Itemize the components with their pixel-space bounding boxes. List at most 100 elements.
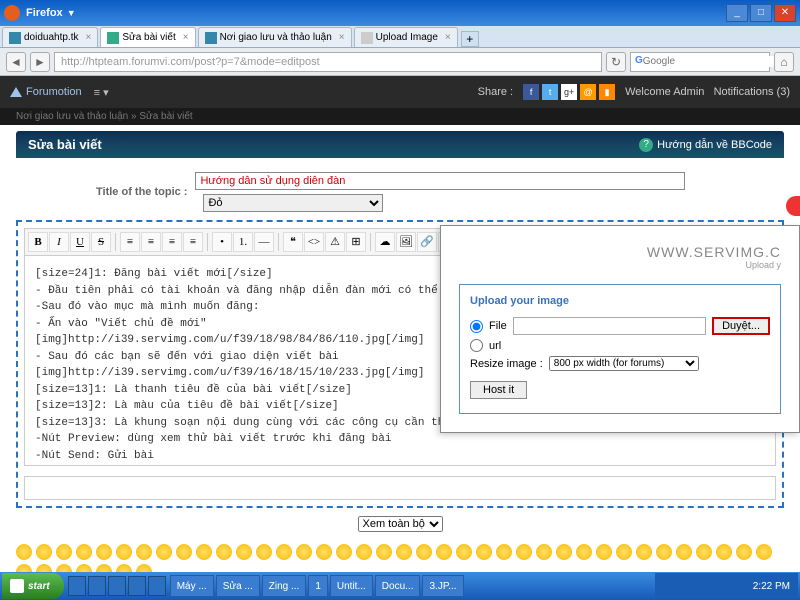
site-logo[interactable]: Forumotion bbox=[10, 86, 82, 98]
back-button[interactable]: ◄ bbox=[6, 52, 26, 72]
app-menu-dropdown[interactable]: ▼ bbox=[67, 8, 76, 18]
smiley[interactable] bbox=[636, 544, 652, 560]
hr-button[interactable]: — bbox=[254, 232, 274, 252]
taskbar-task[interactable]: Docu... bbox=[375, 575, 421, 597]
align-center-button[interactable]: ≡ bbox=[141, 232, 161, 252]
facebook-icon[interactable]: f bbox=[523, 84, 539, 100]
taskbar-task[interactable]: 1 bbox=[308, 575, 328, 597]
smiley[interactable] bbox=[616, 544, 632, 560]
strike-button[interactable]: S bbox=[91, 232, 111, 252]
smiley[interactable] bbox=[536, 544, 552, 560]
smiley[interactable] bbox=[316, 544, 332, 560]
smiley[interactable] bbox=[656, 544, 672, 560]
image-button[interactable]: 🖼 bbox=[396, 232, 416, 252]
smiley[interactable] bbox=[136, 544, 152, 560]
underline-button[interactable]: U bbox=[70, 232, 90, 252]
smiley[interactable] bbox=[696, 544, 712, 560]
smiley[interactable] bbox=[736, 544, 752, 560]
reason-input[interactable] bbox=[24, 476, 776, 500]
topic-prefix-select[interactable]: Đỏ bbox=[203, 194, 383, 212]
close-tab-icon[interactable]: × bbox=[339, 32, 345, 43]
home-button[interactable]: ⌂ bbox=[774, 52, 794, 72]
smiley[interactable] bbox=[716, 544, 732, 560]
smiley[interactable] bbox=[76, 544, 92, 560]
smiley[interactable] bbox=[196, 544, 212, 560]
start-button[interactable]: start bbox=[2, 573, 64, 599]
tray-icon[interactable] bbox=[699, 579, 713, 593]
quicklaunch-icon[interactable] bbox=[128, 576, 146, 596]
bbcode-help-link[interactable]: ?Hướng dẫn về BBCode bbox=[639, 138, 772, 152]
browser-tab[interactable]: Upload Image× bbox=[354, 27, 458, 47]
smiley[interactable] bbox=[476, 544, 492, 560]
smiley[interactable] bbox=[36, 544, 52, 560]
smiley[interactable] bbox=[336, 544, 352, 560]
smiley[interactable] bbox=[516, 544, 532, 560]
reload-button[interactable]: ↻ bbox=[606, 52, 626, 72]
browser-tab[interactable]: Sửa bài viết× bbox=[100, 27, 195, 47]
link-button[interactable]: 🔗 bbox=[417, 232, 437, 252]
topic-title-input[interactable] bbox=[195, 172, 685, 190]
spoiler-button[interactable]: ⚠ bbox=[325, 232, 345, 252]
quicklaunch-icon[interactable] bbox=[148, 576, 166, 596]
maximize-button[interactable]: □ bbox=[750, 4, 772, 22]
italic-button[interactable]: I bbox=[49, 232, 69, 252]
address-bar[interactable] bbox=[54, 52, 602, 72]
smiley[interactable] bbox=[416, 544, 432, 560]
file-path-input[interactable] bbox=[513, 317, 706, 335]
forward-button[interactable]: ► bbox=[30, 52, 50, 72]
align-left-button[interactable]: ≡ bbox=[120, 232, 140, 252]
tray-icon[interactable] bbox=[717, 579, 731, 593]
taskbar-task[interactable]: 3.JP... bbox=[422, 575, 463, 597]
list-ul-button[interactable]: • bbox=[212, 232, 232, 252]
googleplus-icon[interactable]: g+ bbox=[561, 84, 577, 100]
close-tab-icon[interactable]: × bbox=[183, 32, 189, 43]
smiley[interactable] bbox=[16, 544, 32, 560]
smiley[interactable] bbox=[436, 544, 452, 560]
smiley[interactable] bbox=[56, 544, 72, 560]
taskbar-task[interactable]: Sửa ... bbox=[216, 575, 260, 597]
smiley[interactable] bbox=[236, 544, 252, 560]
smiley[interactable] bbox=[356, 544, 372, 560]
quicklaunch-icon[interactable] bbox=[88, 576, 106, 596]
align-right-button[interactable]: ≡ bbox=[162, 232, 182, 252]
search-input[interactable] bbox=[643, 56, 775, 67]
image-host-button[interactable]: ☁ bbox=[375, 232, 395, 252]
smiley[interactable] bbox=[596, 544, 612, 560]
clock[interactable]: 2:22 PM bbox=[753, 581, 790, 592]
smiley[interactable] bbox=[96, 544, 112, 560]
tray-icon[interactable] bbox=[735, 579, 749, 593]
taskbar-task[interactable]: Máy ... bbox=[170, 575, 214, 597]
smiley[interactable] bbox=[176, 544, 192, 560]
quicklaunch-icon[interactable] bbox=[68, 576, 86, 596]
browse-button[interactable]: Duyệt... bbox=[712, 317, 770, 335]
browser-tab[interactable]: doiduahtp.tk× bbox=[2, 27, 98, 47]
taskbar-task[interactable]: Zing ... bbox=[262, 575, 307, 597]
breadcrumb[interactable]: Nơi giao lưu và thảo luận » Sửa bài viết bbox=[0, 108, 800, 125]
browser-tab[interactable]: Nơi giao lưu và thảo luận× bbox=[198, 27, 352, 47]
quicklaunch-icon[interactable] bbox=[108, 576, 126, 596]
smiley[interactable] bbox=[676, 544, 692, 560]
smiley[interactable] bbox=[276, 544, 292, 560]
smiley[interactable] bbox=[456, 544, 472, 560]
smiley-category-select[interactable]: Xem toàn bộ bbox=[358, 516, 443, 532]
smiley[interactable] bbox=[756, 544, 772, 560]
close-button[interactable]: ✕ bbox=[774, 4, 796, 22]
tray-icon[interactable] bbox=[663, 579, 677, 593]
tray-icon[interactable] bbox=[681, 579, 695, 593]
menu-icon[interactable]: ≡ ▾ bbox=[94, 86, 109, 99]
sidebar-handle[interactable] bbox=[786, 196, 800, 216]
host-it-button[interactable]: Host it bbox=[470, 381, 527, 399]
bold-button[interactable]: B bbox=[28, 232, 48, 252]
smiley[interactable] bbox=[496, 544, 512, 560]
table-button[interactable]: ⊞ bbox=[346, 232, 366, 252]
notifications-link[interactable]: Notifications (3) bbox=[714, 86, 790, 98]
quote-button[interactable]: ❝ bbox=[283, 232, 303, 252]
smiley[interactable] bbox=[376, 544, 392, 560]
code-button[interactable]: <> bbox=[304, 232, 324, 252]
smiley[interactable] bbox=[156, 544, 172, 560]
smiley[interactable] bbox=[556, 544, 572, 560]
list-ol-button[interactable]: 1. bbox=[233, 232, 253, 252]
close-tab-icon[interactable]: × bbox=[445, 32, 451, 43]
smiley[interactable] bbox=[116, 544, 132, 560]
new-tab-button[interactable]: + bbox=[461, 31, 479, 47]
